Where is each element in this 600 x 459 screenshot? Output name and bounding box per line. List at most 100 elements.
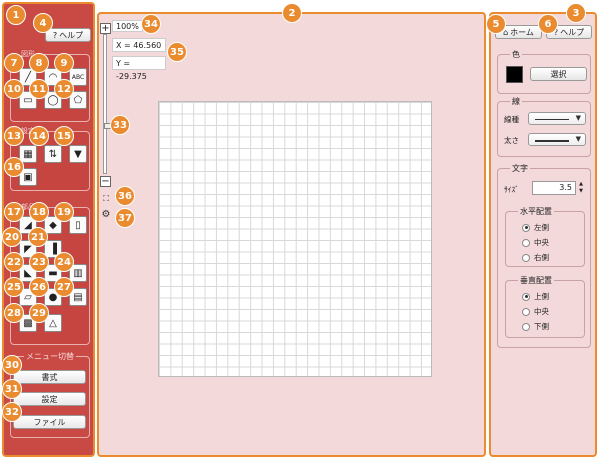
- line-width-label: 太さ: [504, 136, 519, 145]
- v-align-top[interactable]: 上側: [522, 291, 549, 302]
- dropdown-tool-icon: ▼: [74, 148, 82, 160]
- callout-22: 22: [4, 252, 24, 272]
- callout-15: 15: [54, 126, 74, 146]
- v-align-bottom-label: 下側: [534, 322, 549, 331]
- drawing-grid[interactable]: [158, 101, 432, 377]
- h-align-right-label: 右側: [534, 253, 549, 262]
- v-align-label: 垂直配置: [518, 275, 554, 286]
- part-22-icon: ◣: [24, 267, 32, 279]
- color-group-label: 色: [510, 49, 522, 60]
- color-swatch[interactable]: [506, 66, 523, 83]
- v-align-bottom[interactable]: 下側: [522, 321, 549, 332]
- zoom-out-icon: −: [101, 176, 110, 187]
- fill-tool-icon: ▦: [23, 148, 33, 160]
- chevron-down-icon: ▼: [575, 135, 581, 143]
- frame-tool-icon: ▣: [23, 171, 33, 183]
- callout-30: 30: [2, 355, 22, 375]
- zoom-out-button[interactable]: −: [100, 176, 111, 187]
- callout-35: 35: [167, 42, 187, 62]
- line-type-preview: [535, 119, 569, 120]
- callout-18: 18: [29, 202, 49, 222]
- line-group-label: 線: [510, 96, 522, 107]
- radio-off-icon: [522, 322, 530, 331]
- v-align-top-label: 上側: [534, 292, 549, 301]
- fit-view-icon[interactable]: ⛶: [101, 194, 111, 204]
- radio-on-icon: [522, 223, 530, 232]
- file-menu-button[interactable]: ファイル: [13, 415, 86, 429]
- callout-24: 24: [54, 252, 74, 272]
- font-size-input[interactable]: 3.5: [532, 181, 576, 195]
- callout-29: 29: [29, 303, 49, 323]
- y-coordinate-readout: Y = -29.375: [112, 56, 166, 81]
- callout-16: 16: [4, 157, 24, 177]
- callout-5: 5: [486, 14, 506, 34]
- v-align-middle[interactable]: 中央: [522, 306, 549, 317]
- callout-25: 25: [4, 277, 24, 297]
- callout-37: 37: [115, 208, 135, 228]
- radio-on-icon: [522, 292, 530, 301]
- gear-icon[interactable]: ⚙: [101, 210, 111, 220]
- drawing-canvas-panel: + − ⛶ ⚙ 100% X = 46.560 Y = -29.375: [97, 12, 486, 457]
- h-align-right[interactable]: 右側: [522, 252, 549, 263]
- part-tool-19[interactable]: ▯: [69, 216, 87, 234]
- zoom-slider[interactable]: [103, 34, 116, 174]
- callout-2: 2: [282, 3, 302, 23]
- color-select-label: 選択: [550, 69, 567, 79]
- callout-10: 10: [4, 79, 24, 99]
- callout-17: 17: [4, 202, 24, 222]
- h-align-group: 水平配置 左側 中央 右側: [505, 206, 585, 267]
- callout-26: 26: [29, 277, 49, 297]
- settings-menu-button[interactable]: 設定: [13, 392, 86, 406]
- v-align-group: 垂直配置 上側 中央 下側: [505, 275, 585, 338]
- callout-1: 1: [6, 5, 26, 25]
- part-29-icon: △: [49, 317, 57, 329]
- line-width-select[interactable]: ▼: [528, 133, 586, 146]
- zoom-in-icon: +: [101, 23, 110, 34]
- callout-28: 28: [4, 303, 24, 323]
- property-panel: ⌂ ホーム ? ヘルプ 色 選択 線 線種 ▼ 太さ ▼ 文字 ｻｲｽﾞ 3.5…: [489, 12, 597, 457]
- callout-12: 12: [54, 79, 74, 99]
- h-align-center-label: 中央: [534, 238, 549, 247]
- color-select-button[interactable]: 選択: [530, 67, 587, 81]
- callout-34: 34: [141, 14, 161, 34]
- line-type-label: 線種: [504, 115, 519, 124]
- callout-19: 19: [54, 202, 74, 222]
- text-group-label: 文字: [510, 163, 530, 174]
- help-icon: ?: [52, 30, 58, 40]
- callout-9: 9: [54, 53, 74, 73]
- line-type-select[interactable]: ▼: [528, 112, 586, 125]
- callout-4: 4: [33, 13, 53, 33]
- line-tool-icon: ╱: [24, 71, 32, 83]
- part-21-icon: ▐: [49, 243, 57, 255]
- zoom-in-button[interactable]: +: [100, 23, 111, 34]
- h-align-center[interactable]: 中央: [522, 237, 549, 248]
- h-align-left[interactable]: 左側: [522, 222, 549, 233]
- part-18-icon: ◆: [49, 219, 57, 231]
- format-menu-label: 書式: [41, 372, 58, 382]
- menu-switch-label: メニュー切替: [24, 351, 76, 362]
- order-tool-icon: ⇅: [48, 148, 58, 160]
- callout-32: 32: [2, 402, 22, 422]
- callout-36: 36: [115, 186, 135, 206]
- left-help-button[interactable]: ? ヘルプ: [45, 28, 91, 42]
- part-24-icon: ▥: [73, 267, 83, 279]
- callout-11: 11: [29, 79, 49, 99]
- callout-20: 20: [2, 227, 22, 247]
- zoom-level-label: 100%: [112, 20, 143, 32]
- dropdown-tool-button[interactable]: ▼: [69, 145, 87, 163]
- callout-14: 14: [29, 126, 49, 146]
- callout-21: 21: [28, 227, 48, 247]
- callout-31: 31: [2, 379, 22, 399]
- format-menu-button[interactable]: 書式: [13, 370, 86, 384]
- chevron-down-icon: ▼: [575, 114, 581, 122]
- callout-27: 27: [54, 277, 74, 297]
- line-group: 線 線種 ▼ 太さ ▼: [497, 96, 591, 157]
- callout-3: 3: [566, 3, 586, 23]
- part-27-icon: ▤: [73, 291, 83, 303]
- font-size-label: ｻｲｽﾞ: [504, 185, 519, 194]
- order-tool-button[interactable]: ⇅: [44, 145, 62, 163]
- text-group: 文字 ｻｲｽﾞ 3.5 ▲ ▼ 水平配置 左側 中央 右側 垂直配置 上側 中央 …: [497, 163, 591, 348]
- text-tool-icon: ABC: [71, 73, 85, 81]
- font-size-stepper[interactable]: ▲ ▼: [577, 181, 585, 195]
- color-group: 色 選択: [497, 49, 591, 94]
